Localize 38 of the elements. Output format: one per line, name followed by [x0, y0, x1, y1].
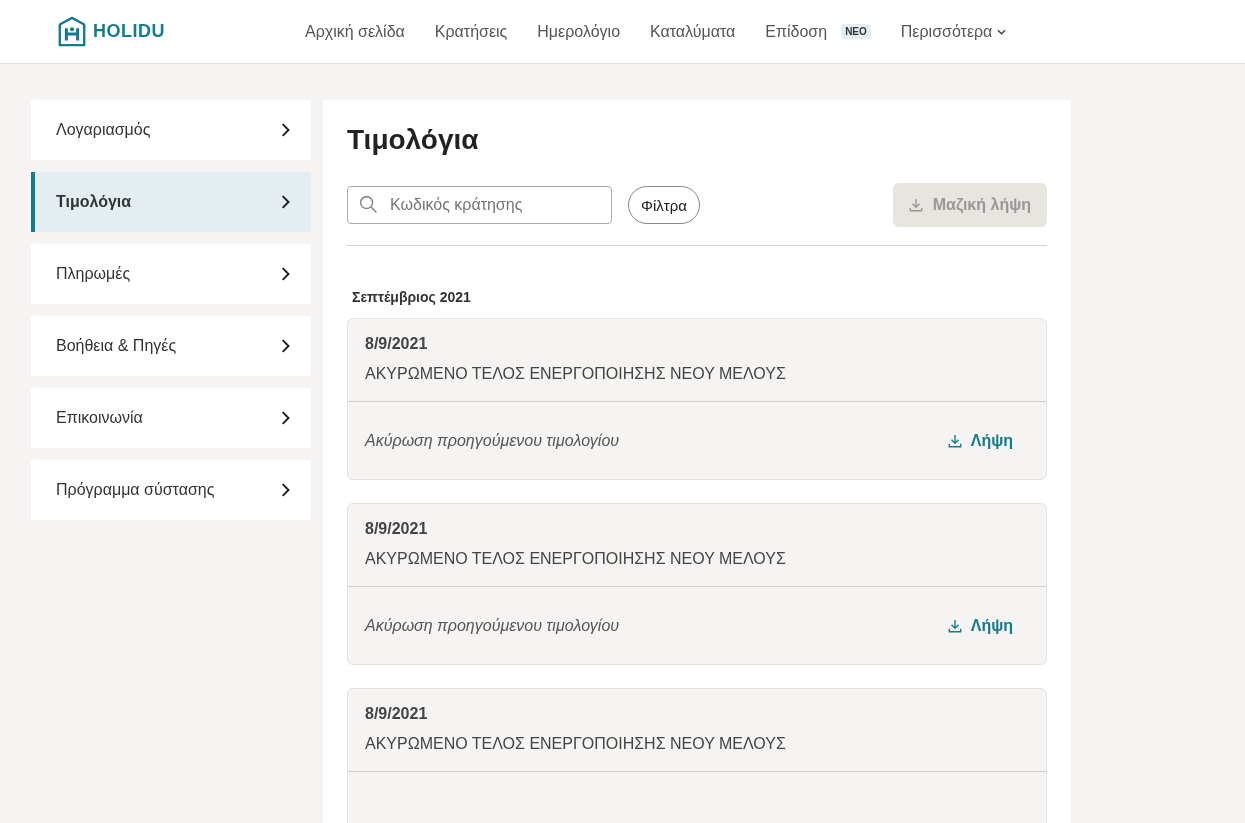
download-link[interactable]: Λήψη — [947, 616, 1013, 635]
sidebar-item[interactable]: Επικοινωνία — [31, 388, 311, 448]
month-heading: Σεπτέμβριος 2021 — [352, 289, 472, 305]
invoice-date: 8/9/2021 — [365, 705, 429, 723]
sidebar-item[interactable]: Βοήθεια & Πηγές — [31, 316, 311, 376]
download-icon — [947, 618, 962, 633]
sidebar-item[interactable]: Πρόγραμμα σύστασης — [31, 460, 311, 520]
chevron-icon — [281, 267, 291, 281]
invoice-title: ΑΚΥΡΩΜΕΝΟ ΤΕΛΟΣ ΕΝΕΡΓΟΠΟΙΗΣΗΣ ΝΕΟΥ ΜΕΛΟΥΣ — [365, 550, 787, 568]
sidebar-item[interactable]: Λογαριασμός — [31, 100, 311, 160]
nav-link[interactable]: Επίδοση — [765, 22, 828, 41]
chevron-icon — [281, 339, 291, 353]
nav-link[interactable]: Περισσότερα — [900, 22, 993, 41]
nav-link[interactable]: Ημερολόγιο — [537, 22, 621, 41]
chevron-icon — [281, 123, 291, 137]
download-link[interactable]: Λήψη — [947, 431, 1013, 450]
search-field[interactable]: Κωδικός κράτησης — [347, 186, 612, 224]
chevron-icon — [281, 195, 291, 209]
logo-icon[interactable] — [57, 15, 87, 48]
chevron-icon — [281, 483, 291, 497]
filter-button[interactable]: Φίλτρα — [628, 186, 700, 224]
invoice-title: ΑΚΥΡΩΜΕΝΟ ΤΕΛΟΣ ΕΝΕΡΓΟΠΟΙΗΣΗΣ ΝΕΟΥ ΜΕΛΟΥΣ — [365, 735, 787, 753]
chevron-icon — [281, 411, 291, 425]
invoice-title: ΑΚΥΡΩΜΕΝΟ ΤΕΛΟΣ ΕΝΕΡΓΟΠΟΙΗΣΗΣ ΝΕΟΥ ΜΕΛΟΥΣ — [365, 365, 787, 383]
invoice-date: 8/9/2021 — [365, 335, 429, 353]
logo-text[interactable]: HOLIDU — [93, 21, 165, 42]
download-icon — [908, 198, 923, 212]
invoice-note: Ακύρωση προηγούμενου τιμολογίου — [365, 616, 620, 635]
page-title: Τιμολόγια — [347, 124, 480, 156]
nav-link[interactable]: Κρατήσεις — [434, 22, 508, 41]
sidebar-item[interactable]: Τιμολόγια — [31, 172, 311, 232]
sidebar-item[interactable]: Πληρωμές — [31, 244, 311, 304]
invoice-date: 8/9/2021 — [365, 520, 429, 538]
download-icon — [947, 433, 962, 448]
invoice-note: Ακύρωση προηγούμενου τιμολογίου — [365, 431, 620, 450]
new-badge: ΝΕΟ — [841, 24, 871, 39]
nav-link[interactable]: Καταλύματα — [650, 22, 736, 41]
nav-link[interactable]: Αρχική σελίδα — [305, 22, 405, 41]
